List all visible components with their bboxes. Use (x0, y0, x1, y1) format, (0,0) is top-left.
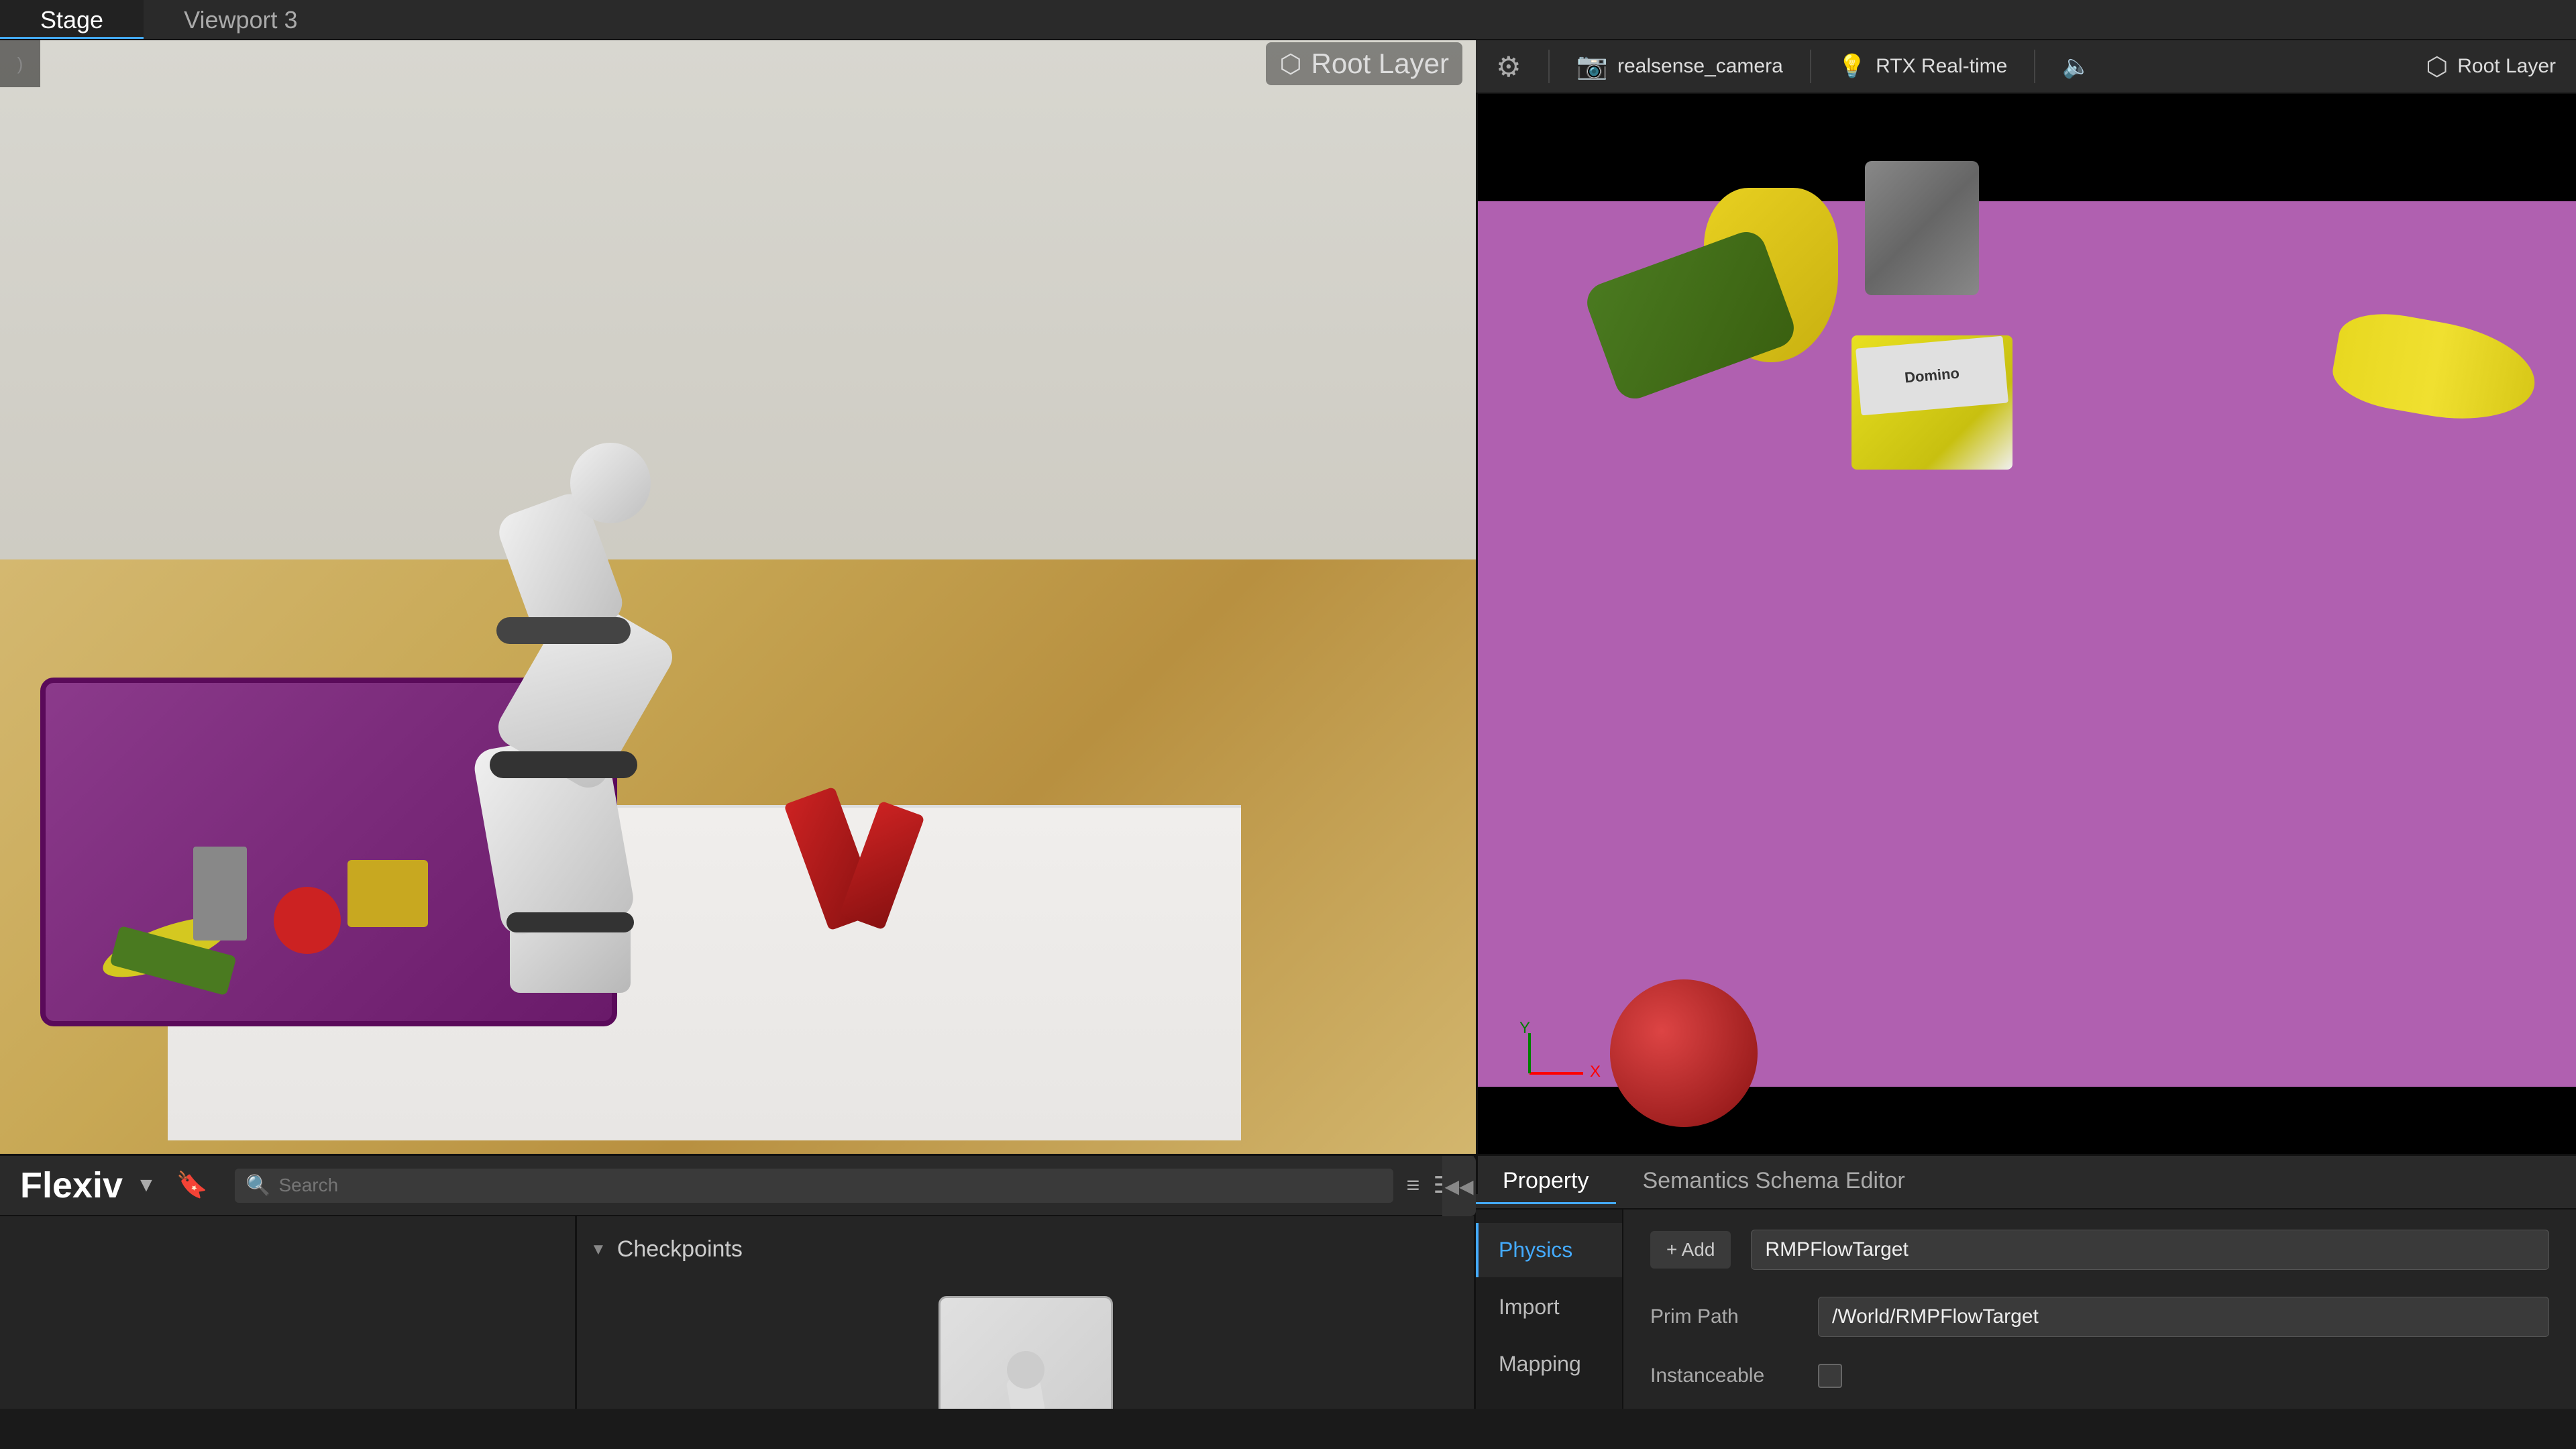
camera-black-top (1476, 94, 2576, 201)
cam-red-ball (1610, 979, 1758, 1127)
checkpoints-triangle: ▼ (590, 1240, 606, 1259)
robot-arm (402, 389, 738, 993)
svg-text:X: X (1590, 1063, 1601, 1081)
left-viewport: ⬡ Root Layer ) (0, 40, 1476, 1194)
cam-domino-box: Domino (1851, 335, 2012, 470)
right-root-layer-badge[interactable]: ⬡ Root Layer (2426, 52, 2556, 82)
robot-head (570, 443, 651, 523)
sidebar-mapping[interactable]: Mapping (1476, 1337, 1622, 1391)
right-layers-icon: ⬡ (2426, 52, 2448, 82)
joint1 (506, 912, 634, 932)
scene-divider (1476, 40, 1478, 1194)
search-input[interactable] (278, 1175, 1382, 1196)
prim-path-label: Prim Path (1650, 1305, 1798, 1328)
rtx-icon: 💡 (1838, 53, 1866, 80)
cam-can (1865, 161, 1979, 295)
left-corner-id: ) (0, 40, 40, 87)
right-root-layer-label: Root Layer (2457, 55, 2556, 78)
scene-content: ▼ Checkpoints (0, 1216, 1474, 1409)
property-content: Physics Import Mapping Geometry + Add RM… (1476, 1210, 2576, 1409)
sidebar-geometry[interactable]: Geometry (1476, 1394, 1622, 1409)
header-sep3 (2034, 50, 2035, 83)
header-sep (1548, 50, 1550, 83)
checkpoints-panel: ▼ Checkpoints (575, 1216, 1474, 1409)
right-viewport: ⚙ 📷 realsense_camera 💡 RTX Real-time 🔈 ⬡… (1476, 40, 2576, 1194)
property-tab[interactable]: Property (1476, 1160, 1616, 1204)
joint2 (490, 751, 637, 778)
svg-text:Y: Y (1519, 1020, 1530, 1037)
property-tabs: Property Semantics Schema Editor (1476, 1156, 2576, 1210)
camera-scene[interactable]: Domino X Y (1476, 94, 2576, 1194)
filter-btn[interactable]: ≡ (1407, 1173, 1420, 1199)
property-panel: Property Semantics Schema Editor Physics… (1476, 1156, 2576, 1409)
render-mode-label: RTX Real-time (1876, 55, 2007, 78)
joint3 (496, 617, 631, 644)
top-bar: Stage Viewport 3 (0, 0, 2576, 40)
scene-graph-panel: Flexiv ▼ 🔖 🔍 ≡ ☰ ▼ Checkpoints (0, 1156, 1476, 1409)
left-root-layer-label: Root Layer (1311, 48, 1449, 80)
scene-graph-header: Flexiv ▼ 🔖 🔍 ≡ ☰ (0, 1156, 1474, 1216)
red-obj-tray (274, 887, 341, 954)
add-button[interactable]: + Add (1650, 1231, 1731, 1269)
collapse-arrow-icon: ◀◀ (1444, 1175, 1473, 1197)
checkpoint-thumbnail (959, 1316, 1093, 1409)
checkpoint-item (590, 1296, 1460, 1409)
app-dropdown-icon[interactable]: ▼ (136, 1174, 156, 1197)
camera-icon: 📷 (1576, 52, 1608, 81)
checkpoint-box[interactable] (938, 1296, 1113, 1409)
search-icon: 🔍 (246, 1174, 270, 1197)
instanceable-checkbox[interactable] (1818, 1364, 1842, 1388)
bottom-panel: Flexiv ▼ 🔖 🔍 ≡ ☰ ▼ Checkpoints (0, 1154, 2576, 1409)
audio-icon[interactable]: 🔈 (2062, 53, 2090, 80)
instanceable-label: Instanceable (1650, 1364, 1798, 1387)
red-gripper (805, 792, 926, 993)
physics-value: RMPFlowTarget (1751, 1230, 2549, 1270)
viewport3-tab[interactable]: Viewport 3 (144, 0, 337, 39)
axes-overlay: X Y (1516, 1020, 1597, 1087)
checkpoints-label: Checkpoints (617, 1236, 743, 1263)
camera-control[interactable]: 📷 realsense_camera (1576, 52, 1783, 81)
bookmark-btn[interactable]: 🔖 (176, 1171, 208, 1200)
left-viewport-header: ⬡ Root Layer (1266, 40, 1462, 87)
camera-label: realsense_camera (1617, 55, 1783, 78)
prim-path-row: Prim Path /World/RMPFlowTarget (1650, 1297, 2549, 1337)
scene-tree (0, 1216, 575, 1409)
app-name: Flexiv (20, 1165, 123, 1206)
semantics-tab[interactable]: Semantics Schema Editor (1616, 1160, 1932, 1204)
can-tray (193, 847, 247, 941)
sidebar-physics[interactable]: Physics (1476, 1223, 1622, 1277)
instanceable-row: Instanceable (1650, 1364, 2549, 1388)
stage-tab[interactable]: Stage (0, 0, 144, 39)
prim-path-value[interactable]: /World/RMPFlowTarget (1818, 1297, 2549, 1337)
prop-fields: + Add RMPFlowTarget Prim Path /World/RMP… (1623, 1210, 2576, 1409)
viewport-header: ⚙ 📷 realsense_camera 💡 RTX Real-time 🔈 ⬡… (1476, 40, 2576, 94)
left-scene[interactable] (0, 40, 1476, 1194)
left-root-layer-badge[interactable]: ⬡ Root Layer (1266, 42, 1462, 85)
header-sep2 (1810, 50, 1811, 83)
checkpoints-header: ▼ Checkpoints (590, 1230, 1460, 1276)
collapse-btn[interactable]: ◀◀ (1442, 1156, 1476, 1216)
layers-icon: ⬡ (1279, 49, 1301, 79)
render-mode-control[interactable]: 💡 RTX Real-time (1838, 53, 2008, 80)
physics-add-row: + Add RMPFlowTarget (1650, 1230, 2549, 1270)
gear-icon[interactable]: ⚙ (1496, 50, 1521, 83)
search-box: 🔍 (235, 1169, 1393, 1203)
sidebar-import[interactable]: Import (1476, 1280, 1622, 1334)
camera-scene-content: Domino X Y (1476, 94, 2576, 1194)
prop-sidebar: Physics Import Mapping Geometry (1476, 1210, 1623, 1409)
